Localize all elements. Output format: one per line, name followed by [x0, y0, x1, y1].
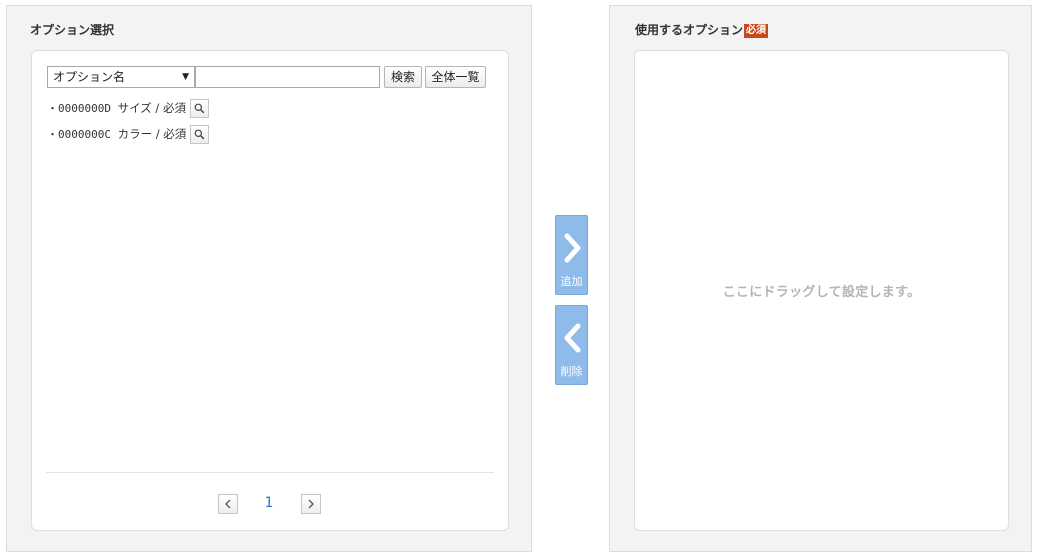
chevron-left-icon[interactable]	[218, 494, 238, 514]
drop-zone[interactable]: ここにドラッグして設定します。	[634, 50, 1009, 531]
required-badge: 必須	[744, 24, 769, 38]
option-select-title: オプション選択	[30, 23, 115, 37]
search-input[interactable]	[195, 66, 380, 88]
option-code: ・0000000D	[47, 102, 111, 115]
search-field-select-value: オプション名	[53, 70, 126, 84]
page-number[interactable]: 1	[258, 495, 280, 511]
used-options-title: 使用するオプション 必須	[635, 21, 769, 38]
pagination-divider	[46, 472, 494, 473]
magnifier-icon[interactable]	[190, 124, 210, 144]
search-field-select[interactable]: オプション名 ▼	[47, 66, 195, 88]
pagination: 1	[218, 494, 323, 514]
option-code: ・0000000C	[47, 128, 111, 141]
option-item[interactable]: ・0000000C カラー / 必須	[47, 121, 210, 147]
add-button[interactable]: 追加	[555, 215, 588, 295]
option-item-text: ・0000000C カラー / 必須	[47, 126, 186, 142]
add-button-label: 追加	[560, 275, 583, 288]
chevron-right-icon[interactable]	[301, 494, 321, 514]
magnifier-icon[interactable]	[189, 98, 209, 118]
chevron-left-icon	[564, 323, 581, 353]
search-button[interactable]: 検索	[384, 66, 422, 88]
remove-button-label: 削除	[560, 365, 583, 378]
remove-button[interactable]: 削除	[555, 305, 588, 385]
show-all-button[interactable]: 全体一覧	[425, 66, 486, 88]
drop-hint: ここにドラッグして設定します。	[722, 285, 921, 300]
option-item[interactable]: ・0000000D サイズ / 必須	[47, 95, 209, 121]
used-options-title-text: 使用するオプション	[635, 23, 744, 37]
option-select-panel: オプション選択 オプション名 ▼ 検索 全体一覧 ・0000000D サイズ /…	[6, 5, 532, 552]
option-label: サイズ / 必須	[117, 101, 186, 115]
option-list: ・0000000D サイズ / 必須 ・0000000C カラー / 必須	[47, 95, 210, 147]
chevron-right-icon	[564, 233, 581, 263]
option-select-box: オプション名 ▼ 検索 全体一覧 ・0000000D サイズ / 必須 ・000…	[31, 50, 509, 531]
used-options-panel: 使用するオプション 必須 ここにドラッグして設定します。	[609, 5, 1032, 552]
option-item-text: ・0000000D サイズ / 必須	[47, 100, 186, 116]
option-label: カラー / 必須	[117, 127, 187, 141]
dropdown-caret-icon: ▼	[182, 72, 189, 82]
